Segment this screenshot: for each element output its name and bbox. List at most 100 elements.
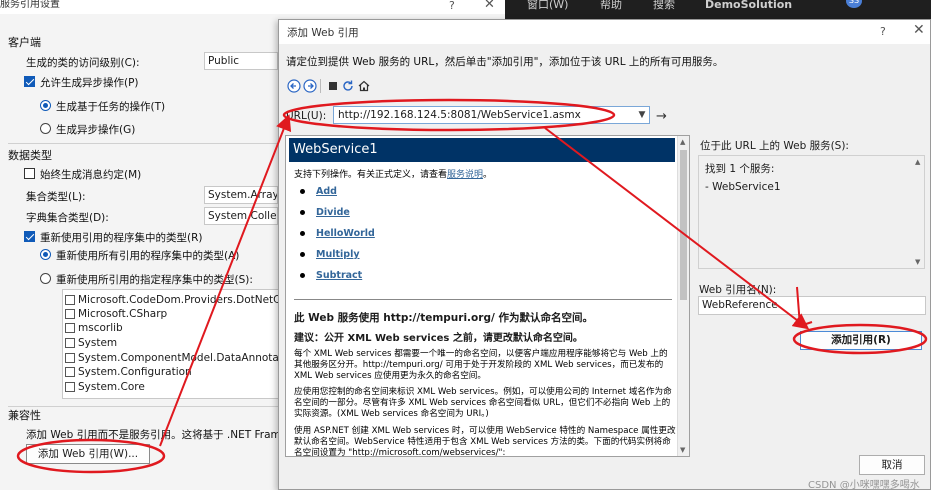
web-dialog-titlebar: 添加 Web 引用 ? ✕ <box>279 20 930 44</box>
add-web-reference-dialog: 添加 Web 引用 ? ✕ 请定位到提供 Web 服务的 URL，然后单击"添加… <box>278 19 931 490</box>
assembly-name: System.ComponentModel.DataAnnotation <box>78 352 280 364</box>
reuse-all-radio[interactable] <box>40 249 51 260</box>
always-gen-contract-label: 始终生成消息约定(M) <box>40 169 142 181</box>
intro-prefix: 支持下列操作。有关正式定义，请查看 <box>294 170 448 180</box>
scroll-down-icon[interactable]: ▼ <box>915 258 920 266</box>
cancel-button[interactable]: 取消 <box>859 455 925 475</box>
operation-link-add[interactable]: Add <box>316 186 337 197</box>
intro-suffix: 。 <box>483 170 493 180</box>
client-section-heading: 客户端 <box>8 36 41 49</box>
async-based-label: 生成异步操作(G) <box>56 124 136 136</box>
checkbox[interactable] <box>65 295 75 305</box>
service-name-header: WebService1 <box>289 138 675 162</box>
service-browser-pane[interactable]: WebService1 支持下列操作。有关正式定义，请查看服务说明。 Add D… <box>285 135 690 457</box>
async-ops-label: 允许生成异步操作(P) <box>40 77 139 89</box>
list-item[interactable]: Microsoft.CodeDom.Providers.DotNetCom <box>65 293 280 307</box>
list-item: HelloWorld <box>300 228 375 239</box>
collection-type-label: 集合类型(L): <box>26 191 86 203</box>
refresh-icon[interactable] <box>341 79 355 93</box>
paragraph-1: 每个 XML Web services 都需要一个唯一的命名空间，以便客户端应用… <box>294 349 668 381</box>
dict-type-label: 字典集合类型(D): <box>26 212 109 224</box>
ide-search[interactable]: 搜索 <box>653 0 675 10</box>
dict-type-select[interactable]: System.Collectio <box>204 207 278 225</box>
compat-description: 添加 Web 引用而不是服务引用。这将基于 .NET Framework <box>26 429 313 441</box>
service-description-link[interactable]: 服务说明 <box>447 170 483 180</box>
found-scrollbar[interactable]: ▲ ▼ <box>914 156 924 268</box>
watermark: CSDN @小咪嘿嘿多喝水 <box>808 480 920 490</box>
ide-menu-window[interactable]: 窗口(W) <box>527 0 568 10</box>
back-icon[interactable] <box>287 79 301 93</box>
assembly-list[interactable]: Microsoft.CodeDom.Providers.DotNetCom Mi… <box>62 289 280 399</box>
scroll-up-icon[interactable]: ▲ <box>680 138 685 146</box>
home-icon[interactable] <box>357 79 371 93</box>
web-dialog-title: 添加 Web 引用 <box>287 27 359 39</box>
left-dialog-title: 服务引用设置 <box>0 0 60 10</box>
reuse-specified-label: 重新使用所引用的指定程序集中的类型(S): <box>56 274 253 286</box>
scroll-down-icon[interactable]: ▼ <box>680 446 685 454</box>
checkbox[interactable] <box>65 382 75 392</box>
list-item[interactable]: - WebService1 <box>705 181 781 193</box>
assembly-name: mscorlib <box>78 322 123 334</box>
operation-link-helloworld[interactable]: HelloWorld <box>316 228 375 239</box>
ide-menu-help[interactable]: 帮助 <box>600 0 622 10</box>
stop-icon[interactable] <box>326 79 340 93</box>
reuse-specified-radio[interactable] <box>40 273 51 284</box>
operation-link-divide[interactable]: Divide <box>316 207 350 218</box>
divider <box>294 299 672 300</box>
help-icon[interactable]: ? <box>449 0 455 12</box>
list-item[interactable]: System <box>65 336 117 350</box>
always-gen-contract-checkbox[interactable] <box>24 168 35 179</box>
operation-link-multiply[interactable]: Multiply <box>316 249 360 260</box>
reference-name-input[interactable]: WebReference <box>698 296 926 315</box>
list-item: Subtract <box>300 270 362 281</box>
paragraph-2: 应使用您控制的命名空间来标识 XML Web services。例如，可以使用公… <box>294 387 672 419</box>
checkbox[interactable] <box>65 323 75 333</box>
namespace-subheading: 建议：公开 XML Web services 之前，请更改默认命名空间。 <box>294 333 583 344</box>
chevron-down-icon[interactable]: ▼ <box>635 107 649 123</box>
section-divider <box>8 143 278 144</box>
async-based-radio[interactable] <box>40 123 51 134</box>
reuse-all-label: 重新使用所有引用的程序集中的类型(A) <box>56 250 240 262</box>
assembly-name: Microsoft.CodeDom.Providers.DotNetCom <box>78 294 280 306</box>
access-level-select[interactable]: Public <box>204 52 278 70</box>
url-label: URL(U): <box>286 110 327 122</box>
checkbox[interactable] <box>65 309 75 319</box>
assembly-name: Microsoft.CSharp <box>78 308 168 320</box>
list-item[interactable]: System.Configuration <box>65 365 192 379</box>
avatar[interactable]: SS <box>846 0 862 8</box>
list-item[interactable]: System.Core <box>65 380 145 394</box>
forward-icon[interactable] <box>303 79 317 93</box>
scroll-up-icon[interactable]: ▲ <box>915 158 920 166</box>
reuse-types-checkbox[interactable] <box>24 231 35 242</box>
instructions-text: 请定位到提供 Web 服务的 URL，然后单击"添加引用"，添加位于该 URL … <box>286 56 724 68</box>
collection-type-select[interactable]: System.Array <box>204 186 278 204</box>
list-item[interactable]: Microsoft.CSharp <box>65 307 167 321</box>
close-icon[interactable]: ✕ <box>484 0 495 12</box>
checkbox[interactable] <box>65 367 75 377</box>
operation-link-subtract[interactable]: Subtract <box>316 270 362 281</box>
section-divider <box>8 406 278 407</box>
list-item: Multiply <box>300 249 360 260</box>
service-intro-text: 支持下列操作。有关正式定义，请查看服务说明。 <box>294 167 492 180</box>
checkbox[interactable] <box>65 338 75 348</box>
ide-solution-name: DemoSolution <box>705 0 793 11</box>
list-item[interactable]: System.ComponentModel.DataAnnotation <box>65 351 280 365</box>
list-item: Divide <box>300 207 350 218</box>
url-input[interactable]: http://192.168.124.5:8081/WebService1.as… <box>333 106 650 124</box>
assembly-name: System.Configuration <box>78 366 192 378</box>
checkbox[interactable] <box>65 353 75 363</box>
add-reference-button[interactable]: 添加引用(R) <box>800 331 922 350</box>
task-based-radio[interactable] <box>40 100 51 111</box>
help-icon[interactable]: ? <box>880 25 886 38</box>
scrollbar-thumb[interactable] <box>680 150 687 300</box>
paragraph-3: 使用 ASP.NET 创建 XML Web services 时，可以使用 We… <box>294 426 676 457</box>
reference-name-label: Web 引用名(N): <box>699 284 777 296</box>
async-ops-checkbox[interactable] <box>24 76 35 87</box>
add-web-reference-button[interactable]: 添加 Web 引用(W)... <box>26 444 150 464</box>
list-item[interactable]: mscorlib <box>65 321 123 335</box>
browser-scrollbar[interactable]: ▲ ▼ <box>677 136 689 456</box>
compat-section-heading: 兼容性 <box>8 409 41 422</box>
close-icon[interactable]: ✕ <box>913 22 925 38</box>
assembly-name: System <box>78 337 118 349</box>
go-arrow-icon[interactable]: → <box>656 109 667 124</box>
